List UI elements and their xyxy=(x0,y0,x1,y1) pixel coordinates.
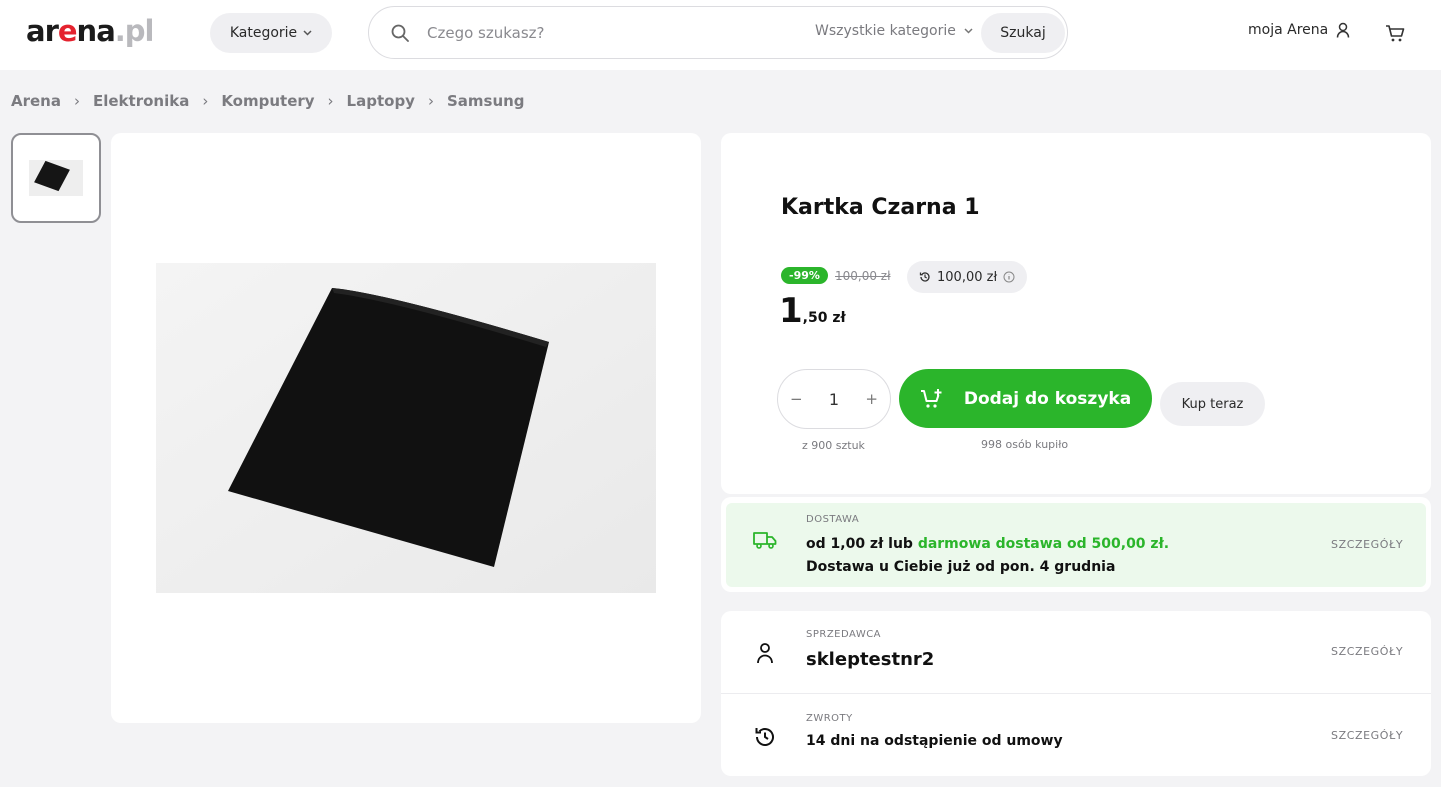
seller-label: SPRZEDAWCA xyxy=(806,629,882,640)
user-icon xyxy=(1336,22,1350,38)
delivery-cost-text: od 1,00 zł lub xyxy=(806,536,918,552)
bought-count: 998 osób kupiło xyxy=(981,438,1069,451)
categories-label: Kategorie xyxy=(229,25,298,41)
breadcrumb-item[interactable]: Samsung xyxy=(447,92,525,110)
cart-icon[interactable] xyxy=(1384,22,1406,44)
logo-part: ar xyxy=(26,14,59,48)
search-category-label: Wszystkie kategorie xyxy=(815,23,956,39)
search-category-select[interactable]: Wszystkie kategorie xyxy=(815,23,973,39)
free-delivery-text: darmowa dostawa od 500,00 zł. xyxy=(917,536,1170,552)
delivery-section: DOSTAWA od 1,00 zł lub darmowa dostawa o… xyxy=(726,503,1426,587)
quantity-value[interactable]: 1 xyxy=(829,390,839,409)
account-link[interactable]: moja Arena xyxy=(1248,22,1350,38)
breadcrumb-item[interactable]: Arena xyxy=(11,92,61,110)
breadcrumb-separator: › xyxy=(73,92,80,110)
quantity-stepper: − 1 + xyxy=(777,369,891,429)
breadcrumb-separator: › xyxy=(327,92,334,110)
quantity-decrease-button[interactable]: − xyxy=(790,390,803,408)
divider xyxy=(721,693,1431,694)
discount-badge: -99% xyxy=(781,267,828,284)
add-to-cart-label: Dodaj do koszyka xyxy=(963,388,1132,409)
chevron-down-icon xyxy=(964,28,973,34)
buy-now-button[interactable]: Kup teraz xyxy=(1160,382,1265,426)
logo-accent: e xyxy=(57,14,78,48)
logo-part: na xyxy=(76,14,116,48)
price-fraction: ,50 zł xyxy=(802,310,846,326)
history-icon xyxy=(919,272,930,282)
seller-icon xyxy=(757,643,773,664)
returns-label: ZWROTY xyxy=(806,713,853,724)
product-image[interactable] xyxy=(156,263,656,593)
account-label: moja Arena xyxy=(1248,22,1329,38)
product-gallery xyxy=(111,133,701,723)
logo-domain: .pl xyxy=(114,14,155,48)
lowest-price-badge[interactable]: 100,00 zł xyxy=(907,261,1028,293)
returns-icon xyxy=(755,728,774,746)
black-paper-sheet xyxy=(156,263,656,593)
returns-text: 14 dni na odstąpienie od umowy xyxy=(806,733,1063,749)
price-integer: 1 xyxy=(779,291,803,331)
returns-details-link[interactable]: SZCZEGÓŁY xyxy=(1331,729,1403,742)
quantity-increase-button[interactable]: + xyxy=(865,390,878,408)
breadcrumb: Arena › Elektronika › Komputery › Laptop… xyxy=(11,92,525,110)
header: arena.pl Kategorie Wszystkie kategorie S… xyxy=(0,0,1441,70)
lowest-price-value: 100,00 zł xyxy=(937,269,998,285)
stock-info: z 900 sztuk xyxy=(802,439,865,452)
thumbnail-image xyxy=(29,160,83,196)
info-icon[interactable] xyxy=(1003,271,1015,283)
old-price: 100,00 zł xyxy=(835,269,891,283)
logo[interactable]: ar e na .pl xyxy=(26,14,155,50)
product-panel: Kartka Czarna 1 -99% 100,00 zł 100,00 zł… xyxy=(721,133,1431,494)
breadcrumb-item[interactable]: Laptopy xyxy=(347,92,415,110)
search-button[interactable]: Szukaj xyxy=(981,13,1065,53)
add-to-cart-icon xyxy=(920,388,942,408)
truck-icon xyxy=(753,532,777,549)
breadcrumb-item[interactable]: Komputery xyxy=(221,92,314,110)
categories-button[interactable]: Kategorie xyxy=(210,13,332,53)
delivery-cost: od 1,00 zł lub darmowa dostawa od 500,00… xyxy=(806,536,1169,552)
breadcrumb-separator: › xyxy=(427,92,434,110)
current-price: 1 ,50 zł xyxy=(779,291,846,331)
seller-name[interactable]: skleptestnr2 xyxy=(806,649,934,670)
add-to-cart-button[interactable]: Dodaj do koszyka xyxy=(899,369,1152,428)
product-thumbnail[interactable] xyxy=(11,133,101,223)
search-bar: Wszystkie kategorie Szukaj xyxy=(368,6,1068,59)
search-input[interactable] xyxy=(427,21,787,45)
product-title: Kartka Czarna 1 xyxy=(781,195,980,220)
delivery-date: Dostawa u Ciebie już od pon. 4 grudnia xyxy=(806,559,1116,575)
chevron-down-icon xyxy=(303,30,312,36)
breadcrumb-item[interactable]: Elektronika xyxy=(93,92,189,110)
seller-details-link[interactable]: SZCZEGÓŁY xyxy=(1331,645,1403,658)
search-icon xyxy=(391,24,409,42)
seller-returns-card: SPRZEDAWCA skleptestnr2 SZCZEGÓŁY ZWROTY… xyxy=(721,611,1431,776)
breadcrumb-separator: › xyxy=(202,92,209,110)
delivery-label: DOSTAWA xyxy=(806,514,860,525)
delivery-details-link[interactable]: SZCZEGÓŁY xyxy=(1331,538,1403,551)
